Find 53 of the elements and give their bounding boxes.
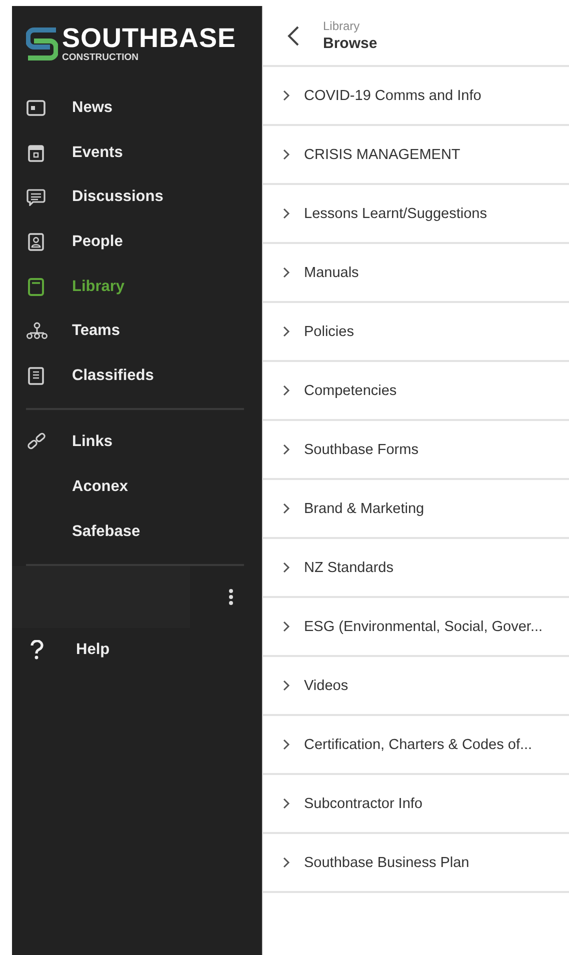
- nav-item[interactable]: Teams: [12, 308, 262, 354]
- network-icon: [26, 322, 48, 340]
- news-icon: [26, 99, 46, 118]
- folder-row[interactable]: Southbase Business Plan: [263, 834, 569, 893]
- link-item[interactable]: Safebase: [12, 509, 262, 554]
- page-title: Browse: [323, 35, 378, 52]
- chevron-right-icon: [283, 503, 290, 514]
- chevron-right-icon: [283, 385, 290, 396]
- nav-item[interactable]: Discussions: [12, 175, 262, 220]
- folder-row[interactable]: Lessons Learnt/Suggestions: [263, 185, 569, 244]
- nav-item[interactable]: Events: [12, 130, 262, 176]
- brand-name: SOUTHBASE: [62, 25, 236, 52]
- folder-row[interactable]: Policies: [263, 303, 569, 362]
- book-icon: [26, 278, 46, 296]
- chevron-right-icon: [283, 267, 290, 278]
- link-item[interactable]: Aconex: [12, 464, 262, 510]
- help-item[interactable]: Help: [12, 628, 262, 673]
- logo-icon: [26, 27, 58, 61]
- folder-row[interactable]: Competencies: [263, 362, 569, 421]
- chevron-right-icon: [283, 444, 290, 455]
- chat-icon: [26, 188, 46, 206]
- chevron-right-icon: [283, 562, 290, 573]
- breadcrumb: Library: [323, 19, 361, 33]
- chevron-right-icon: [283, 798, 290, 809]
- chevron-right-icon: [283, 326, 290, 337]
- folder-row[interactable]: Videos: [263, 657, 569, 716]
- more-icon[interactable]: [228, 588, 234, 606]
- folder-row[interactable]: Brand & Marketing: [263, 480, 569, 539]
- brand-subtitle: CONSTRUCTION: [62, 53, 140, 63]
- folder-row[interactable]: CRISIS MANAGEMENT: [263, 126, 569, 185]
- folder-row[interactable]: NZ Standards: [263, 539, 569, 598]
- links-header[interactable]: Links: [12, 420, 262, 465]
- chevron-right-icon: [283, 90, 290, 101]
- help-icon: [30, 640, 44, 660]
- chevron-right-icon: [283, 739, 290, 750]
- nav-item[interactable]: Classifieds: [12, 354, 262, 398]
- folder-row[interactable]: COVID-19 Comms and Info: [263, 67, 569, 126]
- nav-item[interactable]: Library: [12, 264, 262, 309]
- chevron-right-icon: [283, 149, 290, 160]
- folder-row[interactable]: Certification, Charters & Codes of...: [263, 716, 569, 775]
- person-icon: [26, 233, 46, 252]
- nav-item[interactable]: People: [12, 220, 262, 264]
- folder-row[interactable]: Southbase Forms: [263, 421, 569, 480]
- folder-row[interactable]: Manuals: [263, 244, 569, 303]
- calendar-icon: [26, 144, 46, 162]
- folder-row[interactable]: ESG (Environmental, Social, Gover...: [263, 598, 569, 657]
- chevron-right-icon: [283, 857, 290, 868]
- chevron-right-icon: [283, 621, 290, 632]
- chevron-right-icon: [283, 208, 290, 219]
- chevron-right-icon: [283, 680, 290, 691]
- folder-row[interactable]: Subcontractor Info: [263, 775, 569, 834]
- nav-item[interactable]: News: [12, 86, 262, 131]
- document-icon: [26, 366, 46, 385]
